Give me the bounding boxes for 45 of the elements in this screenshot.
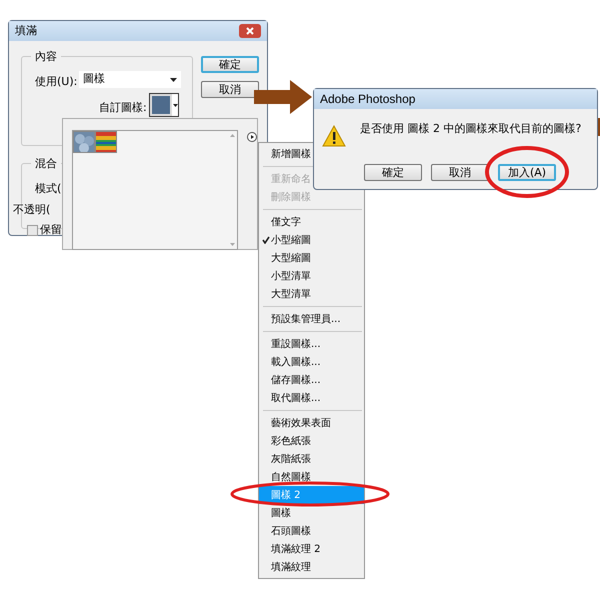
checkbox-label: 保留 bbox=[40, 222, 62, 238]
flyout-menu-icon[interactable] bbox=[247, 132, 257, 142]
use-dropdown[interactable]: 圖樣 bbox=[79, 71, 181, 88]
menu-item[interactable]: 重設圖樣... bbox=[259, 335, 364, 353]
menu-item[interactable]: 填滿紋理 2 bbox=[259, 540, 364, 558]
checkbox[interactable] bbox=[27, 224, 38, 236]
menu-item[interactable]: 取代圖樣... bbox=[259, 389, 364, 407]
opacity-label: 不透明( bbox=[13, 202, 50, 218]
use-label: 使用(U): bbox=[35, 74, 78, 90]
dialog-button[interactable]: 取消 bbox=[201, 81, 259, 98]
warning-icon bbox=[322, 125, 346, 147]
menu-item[interactable]: 彩色紙張 bbox=[259, 432, 364, 450]
menu-item[interactable]: 僅文字 bbox=[259, 213, 364, 231]
scroll-up-icon[interactable] bbox=[230, 134, 234, 137]
menu-item[interactable]: 儲存圖樣... bbox=[259, 371, 364, 389]
dialog-button[interactable]: 加入(A) bbox=[498, 164, 556, 181]
menu-item[interactable]: 圖樣 bbox=[259, 504, 364, 522]
close-icon[interactable] bbox=[239, 24, 261, 38]
menu-item[interactable]: 藝術效果表面 bbox=[259, 414, 364, 432]
menu-item[interactable]: 小型縮圖 bbox=[259, 231, 364, 249]
menu-item[interactable]: 載入圖樣... bbox=[259, 353, 364, 371]
window-title: 填滿 bbox=[15, 22, 37, 39]
menu-item[interactable]: 石頭圖樣 bbox=[259, 522, 364, 540]
custom-pattern-label: 自訂圖樣: bbox=[99, 100, 147, 116]
alert-message: 是否使用 圖樣 2 中的圖樣來取代目前的圖樣? bbox=[360, 121, 582, 137]
dialog-button[interactable]: 確定 bbox=[364, 164, 422, 181]
pattern-thumbnail[interactable] bbox=[73, 131, 95, 153]
dialog-button[interactable]: 確定 bbox=[201, 56, 259, 73]
menu-item[interactable]: 預設集管理員... bbox=[259, 310, 364, 328]
pattern-swatch-button[interactable] bbox=[149, 93, 179, 117]
arrow-drawing bbox=[254, 80, 314, 114]
menu-item[interactable]: 填滿紋理 bbox=[259, 558, 364, 576]
dropdown-caret-icon bbox=[172, 104, 178, 106]
pattern-thumbnail[interactable] bbox=[95, 131, 117, 153]
menu-item[interactable]: 自然圖樣 bbox=[259, 468, 364, 486]
menu-item[interactable]: 大型清單 bbox=[259, 285, 364, 303]
dropdown-caret-icon bbox=[170, 78, 177, 82]
mode-label: 模式( bbox=[35, 181, 62, 197]
dialog-button[interactable]: 取消 bbox=[431, 164, 489, 181]
scrollbar[interactable] bbox=[227, 131, 237, 249]
menu-item[interactable]: 小型清單 bbox=[259, 267, 364, 285]
menu-item[interactable]: 灰階紙張 bbox=[259, 450, 364, 468]
menu-item[interactable]: 大型縮圖 bbox=[259, 249, 364, 267]
window-title: Adobe Photoshop bbox=[320, 91, 416, 108]
scroll-down-icon[interactable] bbox=[230, 243, 234, 246]
